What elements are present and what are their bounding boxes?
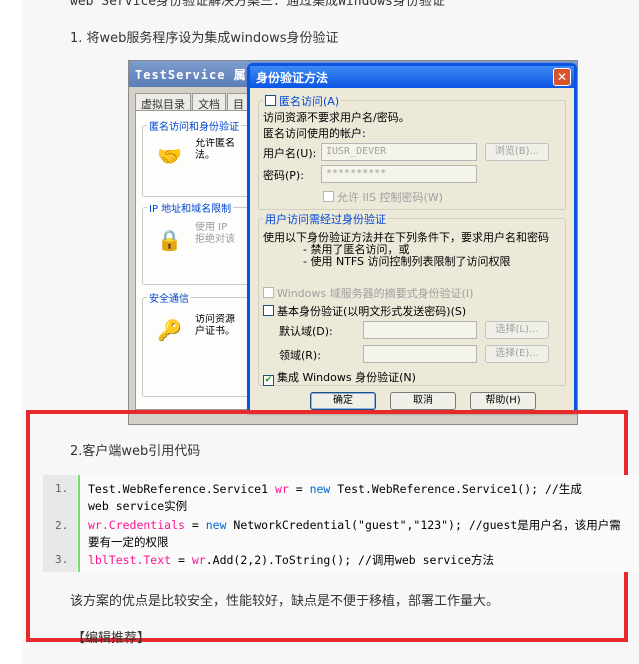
help-button[interactable]: 帮助(H) bbox=[470, 392, 536, 410]
lock-icon: 🔒 bbox=[157, 228, 182, 252]
select-realm-button[interactable]: 选择(E)... bbox=[485, 345, 549, 363]
group-title: 匿名访问和身份验证 bbox=[147, 118, 241, 133]
anonymous-account-label: 匿名访问使用的帐户: bbox=[263, 127, 366, 140]
integrated-windows-label: 集成 Windows 身份验证(N) bbox=[277, 371, 416, 384]
group-text: 访问资源 户证书。 bbox=[195, 314, 235, 337]
iis-auth-screenshot: TestService 属性 虚拟目录 文档目 匿名访问和身份验证 🤝 允许匿名 … bbox=[128, 60, 578, 425]
dialog-title: 身份验证方法 bbox=[250, 66, 574, 88]
anonymous-checkbox[interactable] bbox=[265, 95, 276, 106]
gutter-accent bbox=[78, 475, 80, 572]
username-field[interactable]: IUSR_DEVER bbox=[321, 143, 477, 161]
realm-field[interactable] bbox=[363, 345, 477, 363]
handshake-icon: 🤝 bbox=[157, 144, 182, 168]
allow-iis-password-row[interactable]: 允许 IIS 控制密码(W) bbox=[323, 189, 443, 205]
code-line-2: wr.Credentials = new NetworkCredential("… bbox=[88, 518, 621, 532]
summary-text: 该方案的优点是比较安全，性能较好，缺点是不便于移植，部署工作量大。 bbox=[70, 594, 500, 609]
line-number: 3. bbox=[55, 553, 69, 566]
browse-button[interactable]: 浏览(B)... bbox=[485, 143, 549, 161]
basic-auth-row[interactable]: 基本身份验证(以明文形式发送密码)(S) bbox=[263, 303, 466, 319]
step-1-text: 1. 将web服务程序设为集成windows身份验证 bbox=[70, 31, 339, 46]
step-2-text: 2.客户端web引用代码 bbox=[70, 444, 201, 459]
digest-auth-label: Windows 域服务器的摘要式身份验证(I) bbox=[277, 287, 474, 300]
anonymous-access-group: 匿名访问(A) 访问资源不要求用户名/密码。 匿名访问使用的帐户: 用户名(U)… bbox=[258, 93, 566, 210]
auth-desc-3: - 使用 NTFS 访问控制列表限制了访问权限 bbox=[303, 255, 511, 268]
allow-iis-checkbox[interactable] bbox=[323, 191, 334, 202]
props-panel: 匿名访问和身份验证 🤝 允许匿名 法。 IP 地址和域名限制 🔒 使用 IP 拒… bbox=[135, 110, 259, 410]
integrated-windows-checkbox[interactable]: ✔ bbox=[263, 375, 274, 386]
allow-iis-label: 允许 IIS 控制密码(W) bbox=[337, 191, 443, 204]
digest-auth-checkbox[interactable] bbox=[263, 287, 274, 298]
editor-recommendation-heading: 【编辑推荐】 bbox=[72, 631, 151, 646]
anonymous-desc: 访问资源不要求用户名/密码。 bbox=[263, 111, 410, 124]
username-label: 用户名(U): bbox=[263, 147, 317, 160]
code-line-1: Test.WebReference.Service1 wr = new Test… bbox=[88, 482, 582, 496]
group-text: 允许匿名 法。 bbox=[195, 138, 235, 161]
code-line-2-wrap: 要有一定的权限 bbox=[88, 535, 169, 549]
code-block: 1. 2. 3. Test.WebReference.Service1 wr =… bbox=[43, 475, 639, 572]
group-title: IP 地址和域名限制 bbox=[147, 200, 234, 215]
code-line-3: lblTest.Text = wr.Add(2,2).ToString(); /… bbox=[88, 553, 495, 567]
default-domain-label: 默认域(D): bbox=[279, 325, 333, 338]
password-label: 密码(P): bbox=[263, 169, 304, 182]
realm-label: 领域(R): bbox=[279, 349, 321, 362]
basic-auth-checkbox[interactable] bbox=[263, 305, 274, 316]
password-field[interactable]: ********** bbox=[321, 165, 477, 183]
props-tabs: 虚拟目录 文档目 bbox=[135, 93, 251, 114]
group-secure-communication: 安全通信 🔑 访问资源 户证书。 bbox=[142, 290, 254, 397]
close-icon[interactable]: ✕ bbox=[553, 68, 571, 86]
anonymous-checkbox-row[interactable]: 匿名访问(A) bbox=[263, 93, 342, 109]
line-number: 2. bbox=[55, 519, 69, 532]
ok-button[interactable]: 确定 bbox=[310, 392, 376, 410]
code-line-1-wrap: web service实例 bbox=[88, 499, 188, 513]
basic-auth-label: 基本身份验证(以明文形式发送密码)(S) bbox=[277, 305, 467, 318]
group-ip-restrictions: IP 地址和域名限制 🔒 使用 IP 拒绝对该 bbox=[142, 200, 254, 285]
section-heading: web Service身份验证解决方案三：通过集成Windows身份验证 bbox=[70, 0, 445, 9]
digest-auth-row[interactable]: Windows 域服务器的摘要式身份验证(I) bbox=[263, 285, 473, 301]
cancel-button[interactable]: 取消 bbox=[390, 392, 456, 410]
default-domain-field[interactable] bbox=[363, 321, 477, 339]
auth-methods-dialog: 身份验证方法 ✕ 匿名访问(A) 访问资源不要求用户名/密码。 匿名访问使用的帐… bbox=[247, 63, 577, 413]
select-domain-button[interactable]: 选择(L)... bbox=[485, 321, 549, 339]
line-number: 1. bbox=[55, 482, 69, 495]
group-text: 使用 IP 拒绝对该 bbox=[195, 222, 235, 245]
group-anonymous-auth: 匿名访问和身份验证 🤝 允许匿名 法。 bbox=[142, 118, 254, 197]
authenticated-access-group: 用户访问需经过身份验证 使用以下身份验证方法并在下列条件下，要求用户名和密码 -… bbox=[258, 211, 566, 386]
key-icon: 🔑 bbox=[157, 318, 182, 342]
group-title: 安全通信 bbox=[147, 290, 191, 305]
authenticated-access-legend: 用户访问需经过身份验证 bbox=[263, 211, 388, 227]
anonymous-checkbox-label: 匿名访问(A) bbox=[279, 95, 340, 108]
integrated-windows-auth-row[interactable]: ✔ 集成 Windows 身份验证(N) bbox=[263, 369, 416, 386]
